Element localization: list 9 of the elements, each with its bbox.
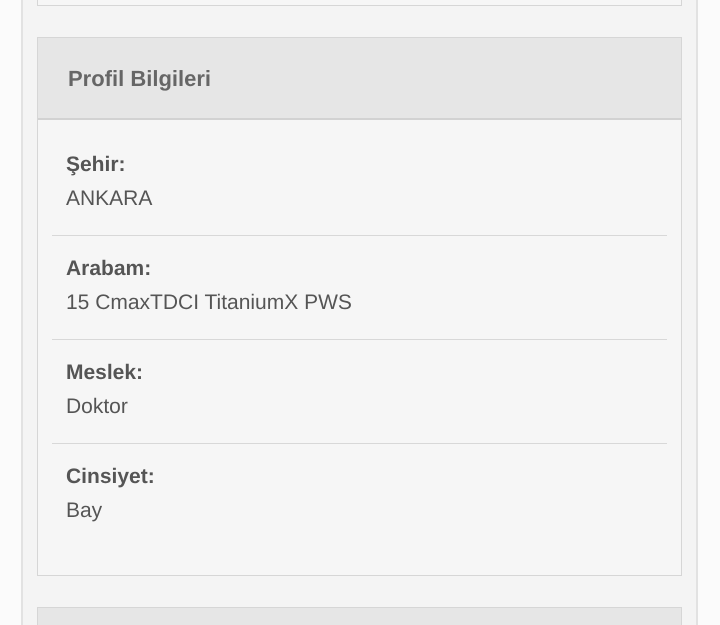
- field-label: Cinsiyet:: [66, 464, 156, 490]
- field-value: Bay: [66, 498, 104, 524]
- field-label: Şehir:: [66, 152, 127, 178]
- field-label: Arabam:: [66, 256, 152, 282]
- panel-title: Profil Bilgileri: [68, 64, 212, 93]
- field-label: Meslek:: [66, 360, 144, 386]
- field-value: Doktor: [66, 394, 129, 420]
- field-value: ANKARA: [66, 186, 154, 212]
- field-value: 15 CmaxTDCI TitaniumX PWS: [66, 290, 353, 316]
